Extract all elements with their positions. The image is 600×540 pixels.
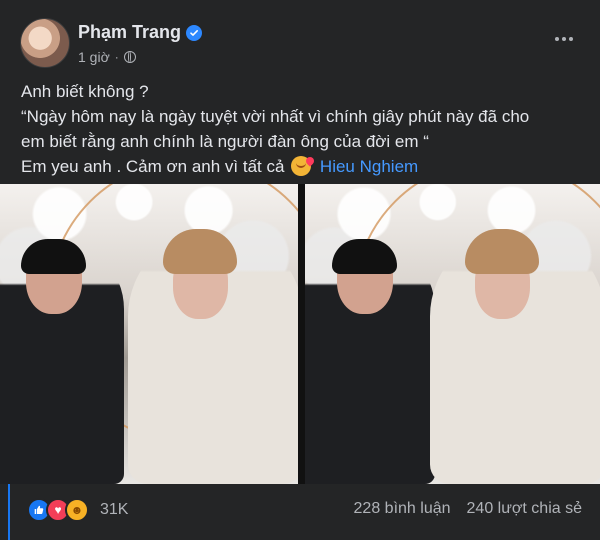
facebook-post: Phạm Trang 1 giờ · Anh biết không ? “Ngà… — [0, 0, 600, 540]
post-text-line: “Ngày hôm nay là ngày tuyệt vời nhất vì … — [21, 107, 530, 126]
smiling-face-with-hearts-icon — [291, 156, 312, 176]
wedding-photo-left[interactable] — [0, 184, 298, 484]
post-stats: 228 bình luận 240 lượt chia sẻ — [354, 500, 582, 518]
globe-icon[interactable] — [123, 51, 136, 63]
more-dot — [555, 37, 559, 41]
more-dot — [562, 37, 566, 41]
post-text-line: em biết rằng anh chính là người đàn ông … — [21, 132, 429, 151]
engagement-bar: ♥ ☻ 31K 228 bình luận 240 lượt chia sẻ — [0, 484, 600, 540]
post-text-line: Anh biết không ? — [21, 82, 149, 101]
groom-figure — [0, 239, 124, 484]
profile-avatar[interactable] — [20, 18, 70, 68]
reaction-count[interactable]: 31K — [100, 501, 128, 519]
post-header: Phạm Trang 1 giờ · — [20, 18, 580, 70]
photo-gallery — [0, 184, 600, 484]
more-dot — [569, 37, 573, 41]
meta-separator: · — [114, 50, 119, 64]
comments-count[interactable]: 228 bình luận — [354, 500, 451, 518]
post-text-line: Em yeu anh . Cảm ơn anh vì tất cả — [21, 157, 285, 176]
author-row: Phạm Trang — [78, 22, 203, 43]
verified-icon — [186, 24, 203, 41]
post-text-last-line: Em yeu anh . Cảm ơn anh vì tất cả Hieu N… — [21, 154, 581, 179]
wedding-photo-right[interactable] — [305, 184, 600, 484]
tagged-person-link[interactable]: Hieu Nghiem — [320, 157, 418, 176]
more-options-icon[interactable] — [550, 30, 578, 48]
reaction-summary[interactable]: ♥ ☻ 31K — [27, 498, 128, 522]
focus-indicator — [8, 484, 10, 540]
post-meta: 1 giờ · — [78, 49, 136, 65]
care-reaction-icon: ☻ — [65, 498, 89, 522]
bride-figure — [128, 229, 298, 484]
shares-count[interactable]: 240 lượt chia sẻ — [467, 500, 582, 518]
bride-figure — [430, 229, 600, 484]
post-text: Anh biết không ? “Ngày hôm nay là ngày t… — [21, 79, 581, 179]
author-name[interactable]: Phạm Trang — [78, 22, 181, 43]
post-time[interactable]: 1 giờ — [78, 49, 110, 65]
groom-figure — [305, 239, 435, 484]
